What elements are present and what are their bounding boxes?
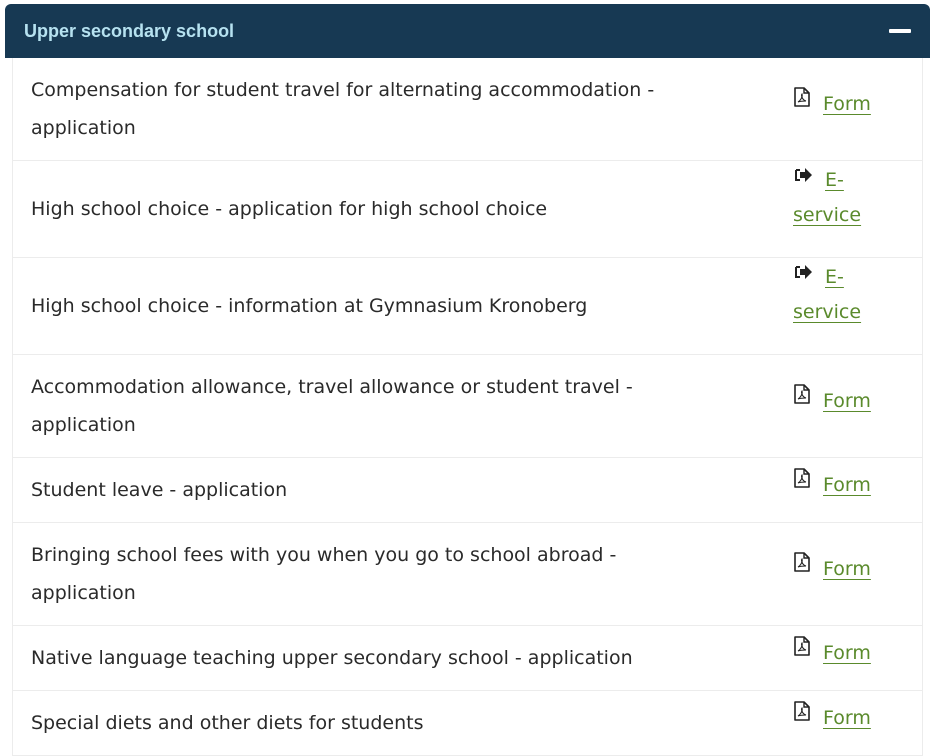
list-item-label: High school choice - information at Gymn… [13,287,773,325]
accordion-body: Compensation for student travel for alte… [12,58,923,756]
list-item-label-line: Bringing school fees with you when you g… [31,544,617,566]
action-link-text[interactable]: E- [825,266,844,288]
action-link-text[interactable]: Form [823,558,871,580]
list-item: Compensation for student travel for alte… [13,58,922,161]
list-item-label-line: Accommodation allowance, travel allowanc… [31,376,633,398]
action-link-text[interactable]: service [793,204,861,226]
action-link-text[interactable]: service [793,301,861,323]
action-link-text[interactable]: Form [823,474,871,496]
list-item: Accommodation allowance, travel allowanc… [13,355,922,458]
list-item: Bringing school fees with you when you g… [13,523,922,626]
list-item-label-line: High school choice - application for hig… [31,198,548,220]
pdf-icon [793,84,811,119]
arrow-right-icon [793,160,813,195]
list-item-label-line: High school choice - information at Gymn… [31,295,588,317]
pdf-icon [793,633,811,668]
pdf-icon [793,698,811,733]
collapse-minus-icon[interactable] [888,19,912,43]
list-item-label-line: Special diets and other diets for studen… [31,712,424,734]
action-link-text[interactable]: Form [823,93,871,115]
list-item-label: Native language teaching upper secondary… [13,639,773,677]
form-link[interactable]: Form [793,552,903,587]
accordion: Upper secondary school Compensation for … [5,4,930,756]
accordion-header[interactable]: Upper secondary school [5,4,930,58]
form-link[interactable]: Form [793,87,903,122]
list-item-label-line: Student leave - application [31,479,288,501]
list-item-label: Compensation for student travel for alte… [13,71,773,147]
list-item: Student leave - application Form [13,458,922,523]
action-link-text[interactable]: Form [823,390,871,412]
list-item-label: High school choice - application for hig… [13,190,773,228]
action-link-text[interactable]: E- [825,169,844,191]
e-service-link[interactable]: E-service [793,163,903,233]
pdf-icon [793,381,811,416]
pdf-icon [793,549,811,584]
accordion-title: Upper secondary school [24,20,235,41]
form-link[interactable]: Form [793,384,903,419]
form-link[interactable]: Form [793,636,903,671]
list-item-label-line: Compensation for student travel for alte… [31,79,655,101]
list-item-label: Accommodation allowance, travel allowanc… [13,368,773,444]
list-item-label-line: application [31,582,136,604]
list-item-label-line: application [31,414,136,436]
list-item: Special diets and other diets for studen… [13,691,922,756]
form-link[interactable]: Form [793,701,903,736]
list-item-label-line: Native language teaching upper secondary… [31,647,633,669]
e-service-link[interactable]: E-service [793,260,903,330]
arrow-right-icon [793,257,813,292]
list-item-label: Special diets and other diets for studen… [13,704,773,742]
list-item-label: Student leave - application [13,471,773,509]
list-item: High school choice - information at Gymn… [13,258,922,355]
list-item-label-line: application [31,117,136,139]
action-link-text[interactable]: Form [823,642,871,664]
list-item: Native language teaching upper secondary… [13,626,922,691]
list-item: High school choice - application for hig… [13,161,922,258]
list-item-label: Bringing school fees with you when you g… [13,536,773,612]
pdf-icon [793,465,811,500]
action-link-text[interactable]: Form [823,707,871,729]
form-link[interactable]: Form [793,468,903,503]
